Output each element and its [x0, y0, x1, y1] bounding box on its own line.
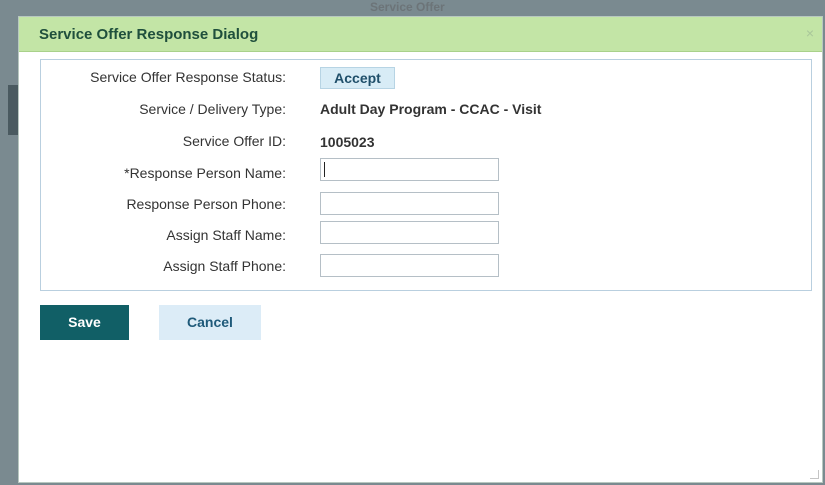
assign-staff-name-label: Assign Staff Name: — [166, 227, 286, 243]
status-badge: Accept — [320, 67, 395, 89]
resize-grip-icon[interactable] — [810, 470, 819, 479]
dialog-title: Service Offer Response Dialog — [39, 26, 259, 43]
status-label: Service Offer Response Status: — [90, 69, 286, 85]
cancel-button[interactable]: Cancel — [159, 305, 261, 340]
close-icon[interactable]: × — [806, 25, 814, 41]
assign-staff-phone-input[interactable] — [320, 254, 499, 277]
response-person-phone-label: Response Person Phone: — [126, 196, 286, 212]
text-caret — [324, 162, 325, 177]
backdrop-strip — [8, 85, 18, 135]
dialog-titlebar[interactable]: Service Offer Response Dialog × — [19, 17, 822, 52]
delivery-type-value: Adult Day Program - CCAC - Visit — [320, 101, 542, 117]
offer-id-value: 1005023 — [320, 134, 375, 150]
response-person-name-label: *Response Person Name: — [124, 165, 286, 181]
service-offer-response-dialog: Service Offer Response Dialog × Service … — [18, 16, 823, 483]
delivery-type-label: Service / Delivery Type: — [139, 101, 286, 117]
form-panel: Service Offer Response Status: Accept Se… — [40, 59, 812, 291]
assign-staff-phone-label: Assign Staff Phone: — [163, 258, 286, 274]
response-person-name-input[interactable] — [320, 158, 499, 181]
backdrop-title: Service Offer — [370, 0, 445, 14]
assign-staff-name-input[interactable] — [320, 221, 499, 244]
offer-id-label: Service Offer ID: — [182, 133, 286, 149]
response-person-phone-input[interactable] — [320, 192, 499, 215]
save-button[interactable]: Save — [40, 305, 129, 340]
